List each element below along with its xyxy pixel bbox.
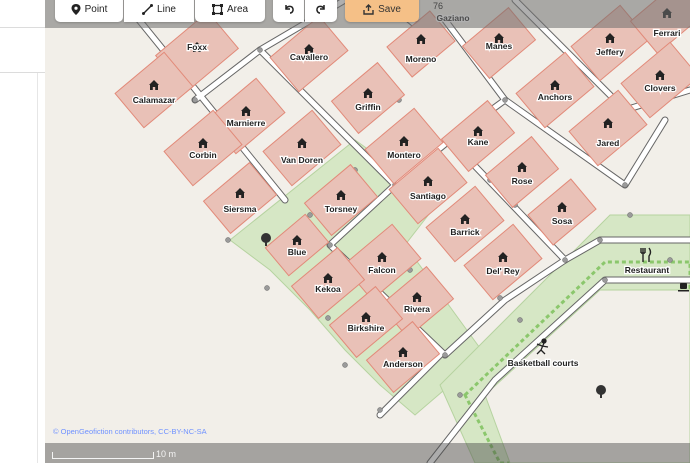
add-area-button[interactable]: Area: [195, 0, 265, 22]
building-label-manes: Manes: [486, 41, 513, 51]
building-label-foxx: Foxx: [187, 42, 207, 52]
add-point-label: Point: [84, 3, 108, 15]
building-label-blue: Blue: [288, 247, 307, 257]
redo-button[interactable]: [305, 0, 337, 22]
map-canvas[interactable]: Foxx Cavallero Moreno Manes Jeffery Ferrari Ca…: [45, 0, 690, 463]
building-label-marnierre: Marnierre: [227, 118, 266, 128]
scale-label: 10 m: [156, 449, 177, 459]
building-label-jeffery: Jeffery: [596, 47, 624, 57]
sidebar-divider: [0, 27, 45, 28]
building-label-santiago: Santiago: [410, 191, 446, 201]
building-label-calamazar: Calamazar: [133, 95, 176, 105]
building-label-falcon: Falcon: [368, 265, 395, 275]
undo-button[interactable]: [273, 0, 304, 22]
building-label-moreno: Moreno: [406, 54, 437, 64]
building-label-montero: Montero: [387, 150, 421, 160]
sidebar-scroll-edge: [37, 73, 38, 463]
building-label-kekoa: Kekoa: [315, 284, 341, 294]
line-icon: [142, 3, 154, 15]
sidebar-panel: [0, 0, 46, 463]
add-line-button[interactable]: Line: [124, 0, 194, 22]
building-label-barrick: Barrick: [450, 227, 480, 237]
add-point-button[interactable]: Point: [55, 0, 123, 22]
building-label-cavallero: Cavallero: [290, 52, 328, 62]
building-label-ferrari: Ferrari: [654, 28, 681, 38]
building-label-birkshire: Birkshire: [348, 323, 385, 333]
building-label-griffin: Griffin: [355, 102, 381, 112]
area-icon: [211, 3, 223, 15]
building-label-anchors: Anchors: [538, 92, 573, 102]
building-label-sosa: Sosa: [552, 216, 573, 226]
building-label-corbin: Corbin: [189, 150, 216, 160]
redo-icon: [316, 5, 325, 14]
sidebar-divider: [0, 72, 45, 73]
building-label-rose: Rose: [512, 176, 533, 186]
building-label-kane: Kane: [468, 137, 489, 147]
upload-icon: [363, 3, 374, 15]
building-label-vandoren: Van Doren: [281, 155, 323, 165]
edit-count: 76: [433, 1, 444, 11]
poi-label-restaurant: Restaurant: [625, 265, 670, 275]
building-label-torsney: Torsney: [325, 204, 358, 214]
building-label-anderson: Anderson: [383, 359, 423, 369]
building-label-siersma: Siersma: [223, 204, 256, 214]
attribution-link[interactable]: © OpenGeofiction contributors, CC-BY-NC-…: [53, 427, 207, 436]
save-button[interactable]: Save: [345, 0, 419, 22]
building-griffin[interactable]: [330, 61, 406, 135]
scale-bar: [52, 452, 154, 459]
undo-icon: [284, 5, 294, 14]
add-line-label: Line: [157, 3, 176, 15]
building-label-delrey: Del' Rey: [486, 266, 519, 276]
map-pin-icon: [71, 3, 81, 15]
building-label-rivera: Rivera: [404, 304, 430, 314]
map-svg[interactable]: Foxx Cavallero Moreno Manes Jeffery Ferrari Ca…: [45, 0, 690, 463]
building-label-clovers: Clovers: [644, 83, 675, 93]
poi-label-basketball: Basketball courts: [508, 358, 579, 368]
save-label: Save: [378, 3, 401, 15]
add-area-label: Area: [226, 3, 249, 15]
building-label-jared: Jared: [597, 138, 620, 148]
